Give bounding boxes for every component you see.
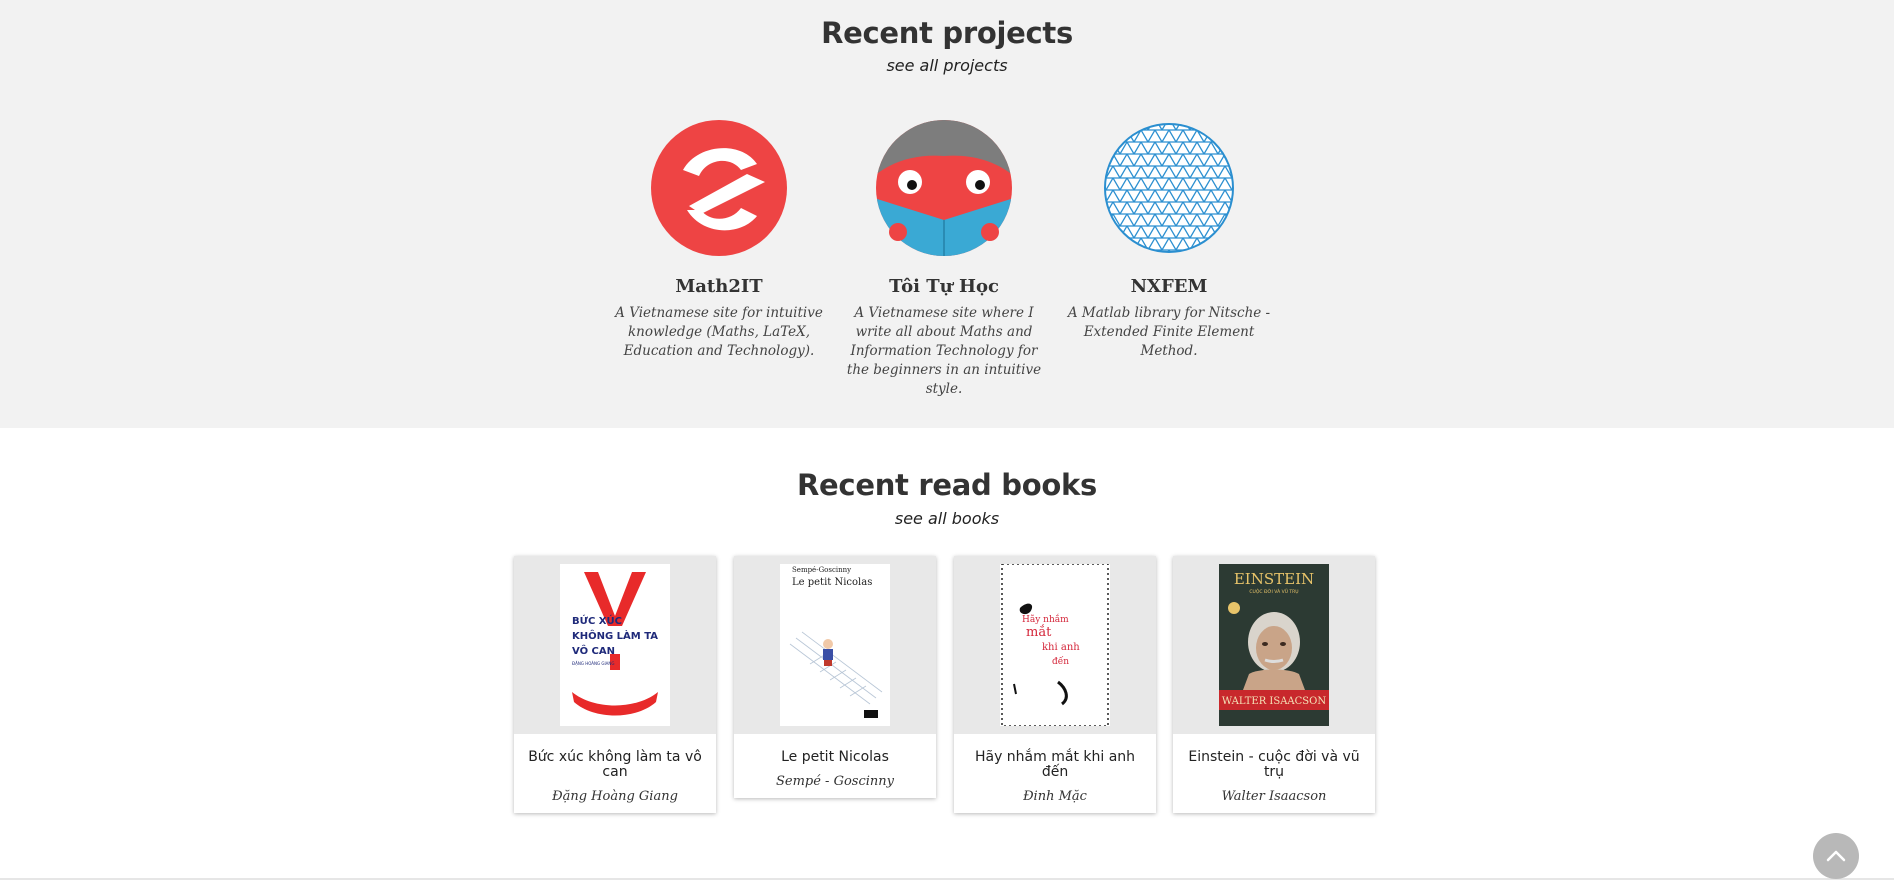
book-title[interactable]: Hãy nhắm mắt khi anh đến [962, 750, 1148, 780]
books-heading: Recent read books [797, 468, 1097, 502]
cover-text: ĐẶNG HOÀNG GIANG [572, 661, 615, 666]
nxfem-mesh-logo-icon[interactable] [1099, 118, 1239, 258]
book-card[interactable]: BỨC XÚC KHÔNG LÀM TA VÔ CAN ĐẶNG HOÀNG G… [514, 556, 716, 813]
projects-heading: Recent projects [821, 16, 1073, 50]
cover-text: đến [1052, 656, 1069, 667]
project-name[interactable]: NXFEM [1064, 276, 1274, 297]
cover-text: khi anh [1042, 642, 1080, 653]
book-author: Đinh Mặc [1023, 789, 1087, 804]
book-author: Đặng Hoàng Giang [552, 789, 678, 804]
book-info: Bức xúc không làm ta vô can Đặng Hoàng G… [514, 734, 716, 813]
cover-text: mắt [1026, 624, 1052, 640]
book-title[interactable]: Le petit Nicolas [742, 750, 928, 765]
book-info: Hãy nhắm mắt khi anh đến Đinh Mặc [954, 734, 1156, 813]
book-cover-image[interactable]: BỨC XÚC KHÔNG LÀM TA VÔ CAN ĐẶNG HOÀNG G… [560, 564, 670, 726]
see-all-projects-link[interactable]: see all projects [0, 56, 1894, 75]
cover-text: Sempé-Goscinny [792, 566, 851, 574]
see-all-books-link[interactable]: see all books [0, 509, 1894, 528]
project-card-math2it[interactable]: Math2IT A Vietnamese site for intuitive … [614, 118, 824, 361]
cover-text: WALTER ISAACSON [1222, 696, 1326, 707]
cover-text: BỨC XÚC [572, 614, 622, 627]
chevron-up-icon [1826, 850, 1846, 862]
book-cover-image[interactable]: Hãy nhắm mắt khi anh đến [1000, 564, 1110, 726]
book-cover-area: Hãy nhắm mắt khi anh đến [954, 556, 1156, 734]
book-cover-area: EINSTEIN CUỘC ĐỜI VÀ VŨ TRỤ WALTER ISAAC… [1173, 556, 1375, 734]
book-card[interactable]: Sempé-Goscinny Le petit Nicolas Le petit… [734, 556, 936, 798]
book-info: Le petit Nicolas Sempé - Goscinny [734, 734, 936, 798]
project-card-nxfem[interactable]: NXFEM A Matlab library for Nitsche - Ext… [1064, 118, 1274, 361]
toi-tu-hoc-logo-icon[interactable] [874, 118, 1014, 258]
book-cover-image[interactable]: EINSTEIN CUỘC ĐỜI VÀ VŨ TRỤ WALTER ISAAC… [1219, 564, 1329, 726]
math2it-logo-icon[interactable] [649, 118, 789, 258]
book-author: Walter Isaacson [1221, 789, 1327, 804]
project-description: A Vietnamese site where I write all abou… [846, 305, 1042, 397]
book-author: Sempé - Goscinny [775, 774, 894, 789]
book-info: Einstein - cuộc đời và vũ trụ Walter Isa… [1173, 734, 1375, 813]
cover-text: KHÔNG LÀM TA [572, 629, 658, 642]
cover-text: EINSTEIN [1234, 570, 1314, 588]
book-cover-image[interactable]: Sempé-Goscinny Le petit Nicolas [780, 564, 890, 726]
project-name[interactable]: Tôi Tự Học [839, 276, 1049, 297]
book-cover-area: Sempé-Goscinny Le petit Nicolas [734, 556, 936, 734]
project-description: A Vietnamese site for intuitive knowledg… [615, 305, 823, 359]
cover-text: Le petit Nicolas [792, 577, 872, 588]
scroll-to-top-button[interactable] [1813, 833, 1859, 879]
project-description: A Matlab library for Nitsche - Extended … [1067, 305, 1271, 359]
book-title[interactable]: Einstein - cuộc đời và vũ trụ [1181, 750, 1367, 780]
book-title[interactable]: Bức xúc không làm ta vô can [522, 750, 708, 780]
book-card[interactable]: EINSTEIN CUỘC ĐỜI VÀ VŨ TRỤ WALTER ISAAC… [1173, 556, 1375, 813]
project-name[interactable]: Math2IT [614, 276, 824, 297]
projects-section: Recent projects see all projects Math2IT… [0, 0, 1894, 428]
project-card-toi-tu-hoc[interactable]: Tôi Tự Học A Vietnamese site where I wri… [839, 118, 1049, 399]
cover-text: VÔ CAN [572, 644, 615, 657]
books-section: Recent read books see all books BỨC XÚC … [0, 428, 1894, 880]
book-cover-area: BỨC XÚC KHÔNG LÀM TA VÔ CAN ĐẶNG HOÀNG G… [514, 556, 716, 734]
book-card[interactable]: Hãy nhắm mắt khi anh đến Hãy nhắm mắt kh… [954, 556, 1156, 813]
cover-text: Hãy nhắm [1022, 613, 1069, 625]
cover-text: CUỘC ĐỜI VÀ VŨ TRỤ [1249, 588, 1298, 595]
